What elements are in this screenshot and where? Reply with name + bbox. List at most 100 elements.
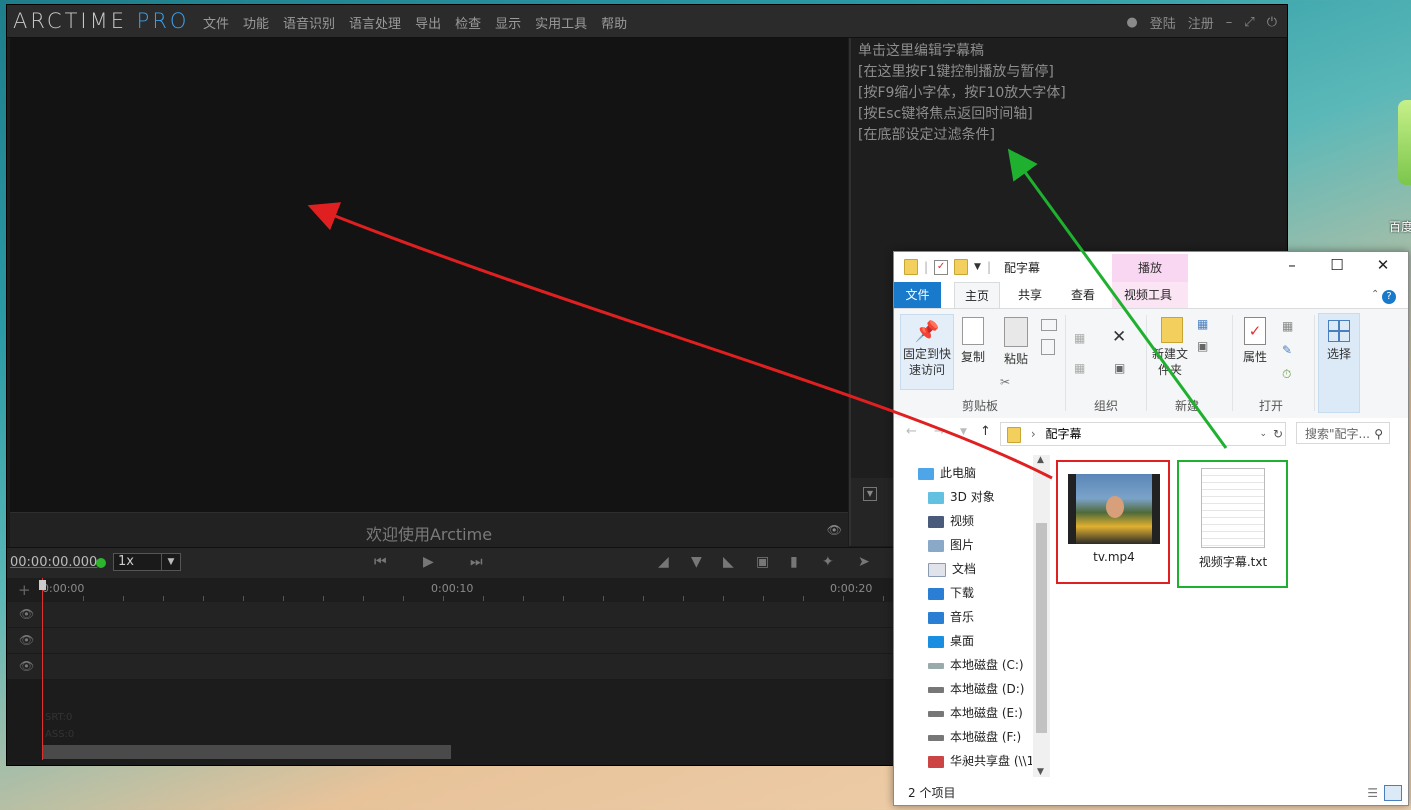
menu-export[interactable]: 导出 bbox=[415, 13, 441, 32]
context-tab-header[interactable]: 播放 bbox=[1112, 254, 1188, 282]
properties-check-icon[interactable]: ✓ bbox=[934, 259, 949, 275]
menu-tools[interactable]: 实用工具 bbox=[535, 13, 587, 32]
desktop-app-icon[interactable] bbox=[1398, 100, 1411, 185]
prev-icon[interactable]: ⏮ bbox=[374, 554, 387, 570]
paste-shortcut-icon[interactable] bbox=[1041, 339, 1055, 355]
marker-icon[interactable]: ▼ bbox=[691, 554, 702, 570]
refresh-icon[interactable]: ↻ bbox=[1273, 423, 1283, 445]
eye-icon[interactable]: 👁 bbox=[827, 523, 842, 537]
chevron-down-icon[interactable]: ▼ bbox=[161, 554, 180, 570]
help-icon[interactable]: ? bbox=[1382, 282, 1396, 308]
address-bar[interactable]: › 配字幕 ⌄ ↻ bbox=[1000, 422, 1286, 446]
new-folder-button[interactable]: 新建文件夹 bbox=[1150, 317, 1194, 378]
delete-icon[interactable]: ✕ bbox=[1112, 327, 1126, 347]
power-icon[interactable]: ⏻ bbox=[1267, 15, 1277, 30]
nav-item-this-pc[interactable]: 此电脑 bbox=[918, 461, 976, 485]
chevron-down-icon[interactable]: ⌄ bbox=[1259, 423, 1267, 445]
back-icon[interactable]: ← bbox=[906, 424, 917, 439]
playhead-handle[interactable] bbox=[39, 580, 46, 590]
maximize-icon[interactable]: ☐ bbox=[1322, 256, 1352, 274]
tab-home[interactable]: 主页 bbox=[954, 282, 1001, 309]
new-item-icon[interactable]: ▦ bbox=[1197, 317, 1208, 331]
select-button[interactable]: 选择 bbox=[1318, 313, 1360, 413]
scroll-up-icon[interactable]: ▲ bbox=[1037, 455, 1044, 465]
minimize-icon[interactable]: – bbox=[1277, 256, 1307, 274]
mark-out-icon[interactable]: ◣ bbox=[723, 554, 734, 570]
copy-path-icon[interactable] bbox=[1041, 319, 1057, 331]
tab-view[interactable]: 查看 bbox=[1061, 282, 1105, 308]
properties-button[interactable]: ✓ 属性 bbox=[1238, 317, 1272, 365]
separator-icon: | bbox=[986, 260, 992, 274]
open-icon[interactable]: ▦ bbox=[1282, 319, 1293, 333]
maximize-icon[interactable]: ⤢ bbox=[1244, 15, 1254, 30]
chevron-down-icon[interactable]: ▼ bbox=[960, 427, 967, 437]
new-folder-icon[interactable] bbox=[954, 259, 969, 275]
menu-check[interactable]: 检查 bbox=[455, 13, 481, 32]
search-input[interactable]: 搜索"配字... ⚲ bbox=[1296, 422, 1390, 444]
menu-speech-recognition[interactable]: 语音识别 bbox=[283, 13, 335, 32]
nav-scrollbar[interactable]: ▲ ▼ bbox=[1033, 455, 1050, 777]
nav-item-drive-e[interactable]: 本地磁盘 (E:) bbox=[928, 701, 1023, 725]
drive-icon bbox=[928, 662, 944, 669]
tab-share[interactable]: 共享 bbox=[1008, 282, 1052, 308]
eye-icon[interactable]: 👁 bbox=[19, 659, 34, 673]
eye-icon[interactable]: 👁 bbox=[19, 607, 34, 621]
move-to-icon[interactable]: ▦ bbox=[1074, 331, 1085, 345]
register-link[interactable]: 注册 bbox=[1188, 13, 1214, 32]
nav-item-videos[interactable]: 视频 bbox=[928, 509, 974, 533]
timecode[interactable]: 00:00:00.000 bbox=[10, 555, 97, 570]
large-icons-view-icon[interactable] bbox=[1384, 785, 1402, 801]
rename-icon[interactable]: ▣ bbox=[1114, 361, 1125, 375]
easy-access-icon[interactable]: ▣ bbox=[1197, 339, 1208, 353]
play-icon[interactable]: ▶ bbox=[423, 554, 434, 570]
minimize-icon[interactable]: – bbox=[1226, 15, 1233, 30]
breadcrumb[interactable]: 配字幕 bbox=[1045, 427, 1081, 441]
next-icon[interactable]: ⏭ bbox=[470, 554, 483, 570]
eye-icon[interactable]: 👁 bbox=[19, 633, 34, 647]
video-preview[interactable] bbox=[10, 38, 848, 512]
menu-function[interactable]: 功能 bbox=[243, 13, 269, 32]
copy-button[interactable]: 复制 bbox=[958, 317, 988, 365]
menu-file[interactable]: 文件 bbox=[203, 13, 229, 32]
forward-icon[interactable]: → bbox=[934, 424, 945, 439]
menu-help[interactable]: 帮助 bbox=[601, 13, 627, 32]
details-view-icon[interactable]: ☰ bbox=[1367, 781, 1378, 805]
up-icon[interactable]: ↑ bbox=[980, 424, 991, 439]
playhead[interactable] bbox=[42, 578, 43, 760]
nav-item-pictures[interactable]: 图片 bbox=[928, 533, 974, 557]
mark-in-icon[interactable]: ◢ bbox=[658, 554, 669, 570]
close-icon[interactable]: ✕ bbox=[1368, 256, 1398, 274]
history-icon[interactable]: ⏱ bbox=[1282, 367, 1291, 382]
cursor-icon[interactable]: ➤ bbox=[858, 554, 870, 570]
login-link[interactable]: 登陆 bbox=[1150, 13, 1176, 32]
add-track-icon[interactable]: + bbox=[18, 581, 31, 599]
menu-display[interactable]: 显示 bbox=[495, 13, 521, 32]
nav-item-3d-objects[interactable]: 3D 对象 bbox=[928, 485, 995, 509]
camera-icon[interactable]: ▣ bbox=[756, 554, 769, 570]
menu-language-processing[interactable]: 语言处理 bbox=[349, 13, 401, 32]
tab-video-tools[interactable]: 视频工具 bbox=[1114, 282, 1182, 308]
bookmark-icon[interactable]: ▮ bbox=[790, 554, 798, 570]
nav-item-documents[interactable]: 文档 bbox=[928, 557, 976, 581]
scissors-icon[interactable]: ✂ bbox=[1000, 375, 1010, 389]
desktop-icon bbox=[928, 635, 944, 648]
nav-item-drive-f[interactable]: 本地磁盘 (F:) bbox=[928, 725, 1021, 749]
chevron-down-icon[interactable]: ▼ bbox=[974, 262, 981, 272]
nav-item-drive-d[interactable]: 本地磁盘 (D:) bbox=[928, 677, 1024, 701]
filter-dropdown-icon[interactable]: ▼ bbox=[863, 487, 877, 501]
copy-to-icon[interactable]: ▦ bbox=[1074, 361, 1085, 375]
magic-wand-icon[interactable]: ✦ bbox=[822, 554, 834, 570]
nav-item-network-drive[interactable]: 华昶共享盘 (\\1 bbox=[928, 749, 1032, 773]
speed-select[interactable]: 1x ▼ bbox=[113, 553, 181, 571]
nav-item-music[interactable]: 音乐 bbox=[928, 605, 974, 629]
nav-item-downloads[interactable]: 下载 bbox=[928, 581, 974, 605]
scroll-thumb[interactable] bbox=[1036, 523, 1047, 733]
scroll-down-icon[interactable]: ▼ bbox=[1037, 767, 1044, 777]
nav-item-desktop[interactable]: 桌面 bbox=[928, 629, 974, 653]
paste-button[interactable]: 粘贴 bbox=[998, 317, 1034, 367]
nav-item-drive-c[interactable]: 本地磁盘 (C:) bbox=[928, 653, 1024, 677]
pin-button[interactable]: 📌 固定到快速访问 bbox=[900, 314, 954, 390]
timeline-scrollbar[interactable] bbox=[43, 745, 451, 759]
tab-file[interactable]: 文件 bbox=[894, 282, 941, 308]
edit-icon[interactable]: ✎ bbox=[1282, 343, 1292, 357]
